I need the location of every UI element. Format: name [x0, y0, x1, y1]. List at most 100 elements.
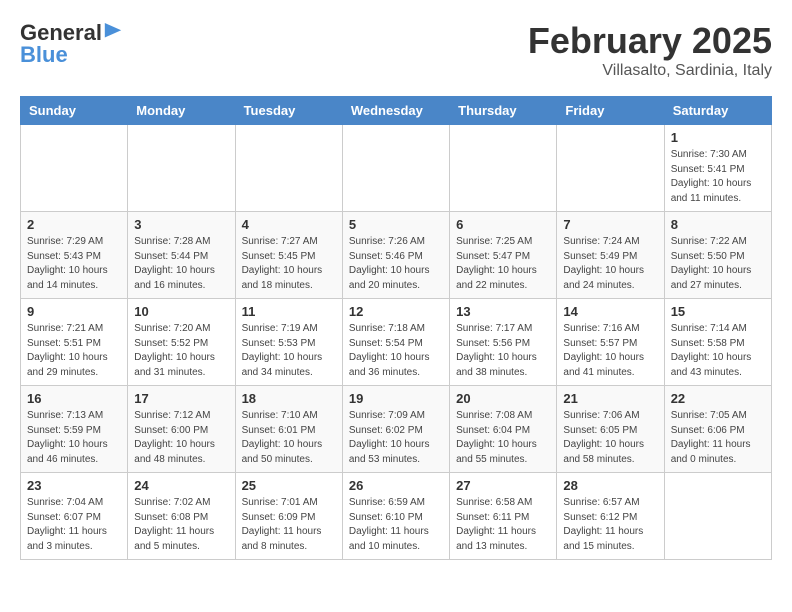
page-header: General Blue February 2025 Villasalto, S… — [20, 20, 772, 80]
day-number: 3 — [134, 217, 228, 232]
day-info: Sunrise: 7:29 AMSunset: 5:43 PMDaylight:… — [27, 235, 121, 293]
table-row: 1 Sunrise: 7:30 AMSunset: 5:41 PMDaylight… — [664, 125, 771, 212]
day-number: 17 — [134, 391, 228, 406]
day-number: 16 — [27, 391, 121, 406]
table-row: 6 Sunrise: 7:25 AMSunset: 5:47 PMDaylight… — [450, 212, 557, 299]
day-number: 18 — [242, 391, 336, 406]
day-number: 6 — [456, 217, 550, 232]
table-row: 21 Sunrise: 7:06 AMSunset: 6:05 PMDayligh… — [557, 386, 664, 473]
day-number: 10 — [134, 304, 228, 319]
day-number: 22 — [671, 391, 765, 406]
day-info: Sunrise: 7:04 AMSunset: 6:07 PMDaylight:… — [27, 496, 121, 554]
header-tuesday: Tuesday — [235, 97, 342, 125]
month-year-title: February 2025 — [528, 20, 772, 62]
day-number: 14 — [563, 304, 657, 319]
day-number: 5 — [349, 217, 443, 232]
day-info: Sunrise: 7:18 AMSunset: 5:54 PMDaylight:… — [349, 322, 443, 380]
day-info: Sunrise: 7:06 AMSunset: 6:05 PMDaylight:… — [563, 409, 657, 467]
day-info: Sunrise: 7:14 AMSunset: 5:58 PMDaylight:… — [671, 322, 765, 380]
table-row: 3 Sunrise: 7:28 AMSunset: 5:44 PMDaylight… — [128, 212, 235, 299]
day-info: Sunrise: 7:30 AMSunset: 5:41 PMDaylight:… — [671, 148, 765, 206]
table-row: 11 Sunrise: 7:19 AMSunset: 5:53 PMDayligh… — [235, 299, 342, 386]
day-info: Sunrise: 7:21 AMSunset: 5:51 PMDaylight:… — [27, 322, 121, 380]
table-row: 19 Sunrise: 7:09 AMSunset: 6:02 PMDayligh… — [342, 386, 449, 473]
table-row: 8 Sunrise: 7:22 AMSunset: 5:50 PMDaylight… — [664, 212, 771, 299]
day-info: Sunrise: 7:19 AMSunset: 5:53 PMDaylight:… — [242, 322, 336, 380]
day-info: Sunrise: 6:57 AMSunset: 6:12 PMDaylight:… — [563, 496, 657, 554]
table-row: 16 Sunrise: 7:13 AMSunset: 5:59 PMDayligh… — [21, 386, 128, 473]
table-row: 20Sunrise: 7:08 AMSunset: 6:04 PMDayligh… — [450, 386, 557, 473]
day-number: 26 — [349, 478, 443, 493]
day-number: 9 — [27, 304, 121, 319]
calendar-table: Sunday Monday Tuesday Wednesday Thursday… — [20, 96, 772, 560]
day-number: 24 — [134, 478, 228, 493]
table-row: 25Sunrise: 7:01 AMSunset: 6:09 PMDayligh… — [235, 473, 342, 560]
title-block: February 2025 Villasalto, Sardinia, Ital… — [528, 20, 772, 80]
day-info: Sunrise: 7:10 AMSunset: 6:01 PMDaylight:… — [242, 409, 336, 467]
day-info: Sunrise: 7:25 AMSunset: 5:47 PMDaylight:… — [456, 235, 550, 293]
header-monday: Monday — [128, 97, 235, 125]
table-row — [450, 125, 557, 212]
day-number: 28 — [563, 478, 657, 493]
table-row: 26 Sunrise: 6:59 AMSunset: 6:10 PMDayligh… — [342, 473, 449, 560]
header-wednesday: Wednesday — [342, 97, 449, 125]
day-info: Sunrise: 7:28 AMSunset: 5:44 PMDaylight:… — [134, 235, 228, 293]
day-info: Sunrise: 7:02 AMSunset: 6:08 PMDaylight:… — [134, 496, 228, 554]
day-number: 25 — [242, 478, 336, 493]
day-info: Sunrise: 7:13 AMSunset: 5:59 PMDaylight:… — [27, 409, 121, 467]
table-row: 10 Sunrise: 7:20 AMSunset: 5:52 PMDayligh… — [128, 299, 235, 386]
day-number: 2 — [27, 217, 121, 232]
day-number: 1 — [671, 130, 765, 145]
table-row: 7 Sunrise: 7:24 AMSunset: 5:49 PMDaylight… — [557, 212, 664, 299]
location-subtitle: Villasalto, Sardinia, Italy — [528, 62, 772, 80]
day-number: 8 — [671, 217, 765, 232]
calendar-week-row: 2 Sunrise: 7:29 AMSunset: 5:43 PMDaylight… — [21, 212, 772, 299]
table-row: 23 Sunrise: 7:04 AMSunset: 6:07 PMDayligh… — [21, 473, 128, 560]
table-row: 12 Sunrise: 7:18 AMSunset: 5:54 PMDayligh… — [342, 299, 449, 386]
day-number: 4 — [242, 217, 336, 232]
day-info: Sunrise: 7:17 AMSunset: 5:56 PMDaylight:… — [456, 322, 550, 380]
table-row: 22Sunrise: 7:05 AMSunset: 6:06 PMDayligh… — [664, 386, 771, 473]
table-row: 17Sunrise: 7:12 AMSunset: 6:00 PMDayligh… — [128, 386, 235, 473]
table-row: 14 Sunrise: 7:16 AMSunset: 5:57 PMDayligh… — [557, 299, 664, 386]
header-thursday: Thursday — [450, 97, 557, 125]
table-row — [21, 125, 128, 212]
day-info: Sunrise: 7:27 AMSunset: 5:45 PMDaylight:… — [242, 235, 336, 293]
day-number: 11 — [242, 304, 336, 319]
day-info: Sunrise: 7:16 AMSunset: 5:57 PMDaylight:… — [563, 322, 657, 380]
calendar-week-row: 16 Sunrise: 7:13 AMSunset: 5:59 PMDayligh… — [21, 386, 772, 473]
day-number: 21 — [563, 391, 657, 406]
day-number: 7 — [563, 217, 657, 232]
table-row — [235, 125, 342, 212]
calendar-week-row: 1 Sunrise: 7:30 AMSunset: 5:41 PMDaylight… — [21, 125, 772, 212]
day-number: 15 — [671, 304, 765, 319]
day-number: 27 — [456, 478, 550, 493]
day-number: 13 — [456, 304, 550, 319]
table-row: 28 Sunrise: 6:57 AMSunset: 6:12 PMDayligh… — [557, 473, 664, 560]
day-info: Sunrise: 7:24 AMSunset: 5:49 PMDaylight:… — [563, 235, 657, 293]
day-info: Sunrise: 7:22 AMSunset: 5:50 PMDaylight:… — [671, 235, 765, 293]
day-number: 19 — [349, 391, 443, 406]
calendar-week-row: 23 Sunrise: 7:04 AMSunset: 6:07 PMDayligh… — [21, 473, 772, 560]
calendar-header-row: Sunday Monday Tuesday Wednesday Thursday… — [21, 97, 772, 125]
table-row: 9 Sunrise: 7:21 AMSunset: 5:51 PMDaylight… — [21, 299, 128, 386]
table-row: 2 Sunrise: 7:29 AMSunset: 5:43 PMDaylight… — [21, 212, 128, 299]
header-saturday: Saturday — [664, 97, 771, 125]
day-number: 20 — [456, 391, 550, 406]
table-row — [664, 473, 771, 560]
table-row — [128, 125, 235, 212]
day-info: Sunrise: 7:20 AMSunset: 5:52 PMDaylight:… — [134, 322, 228, 380]
table-row: 13 Sunrise: 7:17 AMSunset: 5:56 PMDayligh… — [450, 299, 557, 386]
day-info: Sunrise: 7:09 AMSunset: 6:02 PMDaylight:… — [349, 409, 443, 467]
table-row — [557, 125, 664, 212]
table-row: 15 Sunrise: 7:14 AMSunset: 5:58 PMDayligh… — [664, 299, 771, 386]
table-row: 27Sunrise: 6:58 AMSunset: 6:11 PMDayligh… — [450, 473, 557, 560]
table-row: 18 Sunrise: 7:10 AMSunset: 6:01 PMDayligh… — [235, 386, 342, 473]
header-sunday: Sunday — [21, 97, 128, 125]
day-info: Sunrise: 6:59 AMSunset: 6:10 PMDaylight:… — [349, 496, 443, 554]
logo: General Blue — [20, 20, 122, 68]
table-row: 24 Sunrise: 7:02 AMSunset: 6:08 PMDayligh… — [128, 473, 235, 560]
day-number: 23 — [27, 478, 121, 493]
table-row: 4 Sunrise: 7:27 AMSunset: 5:45 PMDaylight… — [235, 212, 342, 299]
day-number: 12 — [349, 304, 443, 319]
